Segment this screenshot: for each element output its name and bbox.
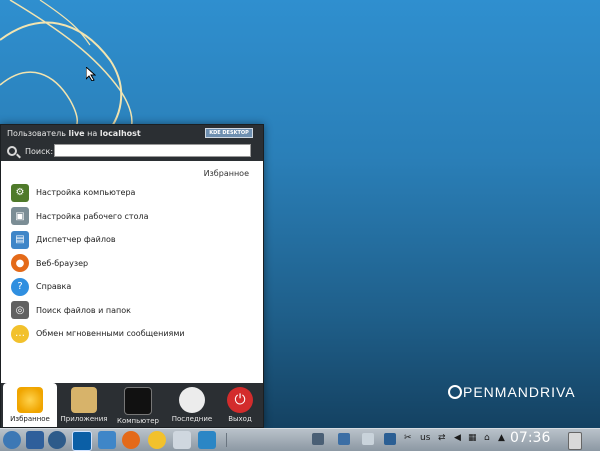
power-icon: ⏻ (227, 387, 253, 413)
list-item-label: Обмен мгновенными сообщениями (36, 329, 185, 339)
usb-icon[interactable]: ⇄ (438, 433, 446, 443)
volume-icon[interactable]: ◀ (454, 433, 461, 443)
launcher-header: Пользователь live на localhost KDE DESKT… (1, 125, 263, 143)
header-middle: на (87, 129, 98, 138)
keyboard-layout[interactable]: us (420, 433, 430, 443)
list-item-label: Настройка рабочего стола (36, 211, 149, 221)
list-item-label: Поиск файлов и папок (36, 305, 131, 315)
logo-o-icon (448, 385, 462, 399)
tab-label: Избранное (10, 415, 50, 423)
favorites-list: ⚙ Настройка компьютера ▣ Настройка рабоч… (1, 181, 263, 346)
application-launcher: Пользователь live на localhost KDE DESKT… (0, 124, 264, 428)
tab-recent[interactable]: Последние (165, 383, 219, 427)
software-installer-icon[interactable] (173, 431, 191, 449)
tab-leave[interactable]: ⏻ Выход (213, 383, 267, 427)
tab-label: Выход (228, 415, 252, 423)
search-row: Поиск: (1, 143, 263, 163)
home-icon[interactable]: ⌂ (484, 433, 490, 443)
tab-label: Последние (171, 415, 213, 423)
applications-icon (71, 387, 97, 413)
tab-applications[interactable]: Приложения (57, 383, 111, 427)
list-item[interactable]: ▣ Настройка рабочего стола (1, 205, 263, 229)
brand-text: PENMANDRIVA (463, 384, 576, 400)
list-item[interactable]: ● Веб-браузер (1, 252, 263, 276)
tab-label: Приложения (60, 415, 108, 423)
trash-icon[interactable] (568, 432, 582, 450)
tab-label: Компьютер (117, 417, 159, 425)
notes-icon[interactable] (362, 433, 374, 445)
list-item-label: Справка (36, 282, 72, 292)
clock[interactable]: 07:36 (510, 430, 550, 446)
search-input[interactable] (54, 144, 251, 157)
desktop-settings-icon: ▣ (11, 207, 29, 226)
openmandriva-menu-icon[interactable] (3, 431, 21, 449)
desktop-pager-icon[interactable] (338, 433, 350, 445)
list-item[interactable]: ◎ Поиск файлов и папок (1, 299, 263, 323)
messaging-icon: … (11, 324, 29, 343)
search-label: Поиск: (25, 147, 54, 156)
kde-icon[interactable] (26, 431, 44, 449)
taskbar: ✂ us ⇄ ◀ ▦ ⌂ ▲ 07:36 (0, 428, 600, 451)
help-icon: ? (11, 277, 29, 296)
search-files-icon: ◎ (11, 301, 29, 320)
section-title: Избранное (203, 169, 249, 178)
mouse-cursor-icon (86, 67, 96, 81)
tab-favorites[interactable]: Избранное (3, 383, 57, 427)
list-item[interactable]: ⚙ Настройка компьютера (1, 181, 263, 205)
wallpaper-swirl (0, 0, 133, 136)
header-user: live (68, 129, 85, 138)
kde-launcher-icon[interactable] (72, 431, 92, 451)
list-item-label: Настройка компьютера (36, 188, 136, 198)
clock-icon (179, 387, 205, 413)
launcher-tabs: Избранное Приложения Компьютер Последние… (1, 383, 263, 427)
messaging-icon[interactable] (148, 431, 166, 449)
taskbar-separator (226, 433, 227, 447)
openmandriva-logo: PENMANDRIVA (448, 384, 576, 400)
list-item[interactable]: … Обмен мгновенными сообщениями (1, 322, 263, 346)
computer-icon (124, 387, 152, 415)
star-icon (17, 387, 43, 413)
media-player-icon[interactable] (198, 431, 216, 449)
header-prefix: Пользователь (7, 129, 66, 138)
tab-computer[interactable]: Компьютер (111, 383, 165, 427)
kde-desktop-badge: KDE DESKTOP (205, 128, 253, 138)
network-icon[interactable]: ▦ (468, 433, 477, 443)
file-manager-icon: ▤ (11, 230, 29, 249)
header-host: localhost (99, 129, 141, 138)
tray-expand-icon[interactable]: ▲ (498, 433, 505, 443)
list-item-label: Веб-браузер (36, 258, 89, 268)
firefox-icon: ● (11, 254, 29, 273)
hp-icon[interactable] (384, 433, 396, 445)
list-item[interactable]: ▤ Диспетчер файлов (1, 228, 263, 252)
scissors-icon[interactable]: ✂ (404, 433, 412, 443)
firefox-icon[interactable] (122, 431, 140, 449)
favorites-panel: Избранное ⚙ Настройка компьютера ▣ Настр… (1, 161, 263, 409)
settings-icon[interactable] (48, 431, 66, 449)
list-item[interactable]: ? Справка (1, 275, 263, 299)
list-item-label: Диспетчер файлов (36, 235, 116, 245)
camera-icon[interactable] (312, 433, 324, 445)
computer-settings-icon: ⚙ (11, 183, 29, 202)
search-icon (7, 146, 17, 156)
file-manager-icon[interactable] (98, 431, 116, 449)
